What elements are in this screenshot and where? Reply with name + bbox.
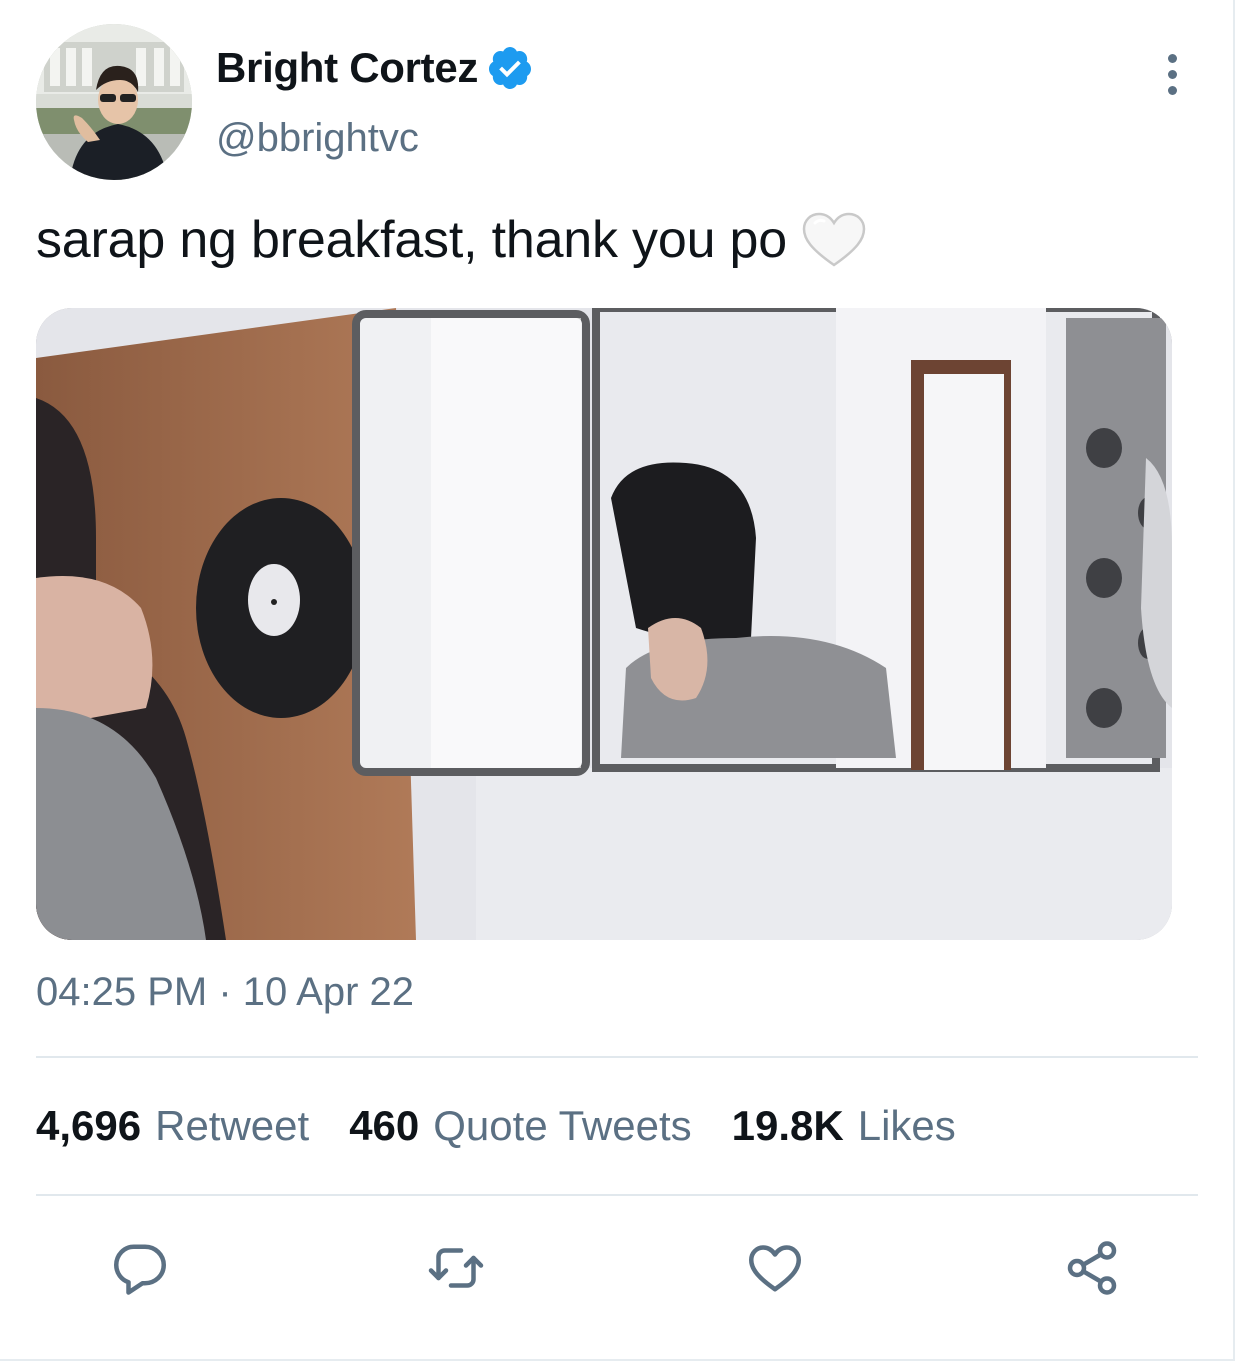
author-avatar[interactable] bbox=[36, 24, 192, 180]
divider bbox=[36, 1194, 1198, 1196]
author-display-name[interactable]: Bright Cortez bbox=[216, 44, 478, 92]
quote-count-label: Quote Tweets bbox=[433, 1102, 692, 1149]
likes-count-label: Likes bbox=[857, 1102, 956, 1149]
tweet-stats: 4,696 Retweet 460 Quote Tweets 19.8K Lik… bbox=[36, 1102, 996, 1150]
tweet-body: sarap ng breakfast, thank you po bbox=[36, 211, 787, 269]
likes-count-value: 19.8K bbox=[731, 1102, 844, 1149]
like-icon bbox=[749, 1245, 801, 1292]
tweet-card: Bright Cortez @bbrightvc sarap ng breakf… bbox=[0, 0, 1235, 1361]
divider bbox=[36, 1056, 1198, 1058]
retweet-count-label: Retweet bbox=[155, 1102, 310, 1149]
quote-tweets-count[interactable]: 460 Quote Tweets bbox=[349, 1102, 691, 1150]
reply-icon bbox=[114, 1244, 166, 1295]
likes-count[interactable]: 19.8K Likes bbox=[732, 1102, 956, 1150]
more-dot-icon bbox=[1167, 85, 1177, 95]
verified-badge-icon bbox=[489, 47, 532, 89]
more-dot-icon bbox=[1167, 53, 1177, 63]
retweet-count-value: 4,696 bbox=[36, 1102, 142, 1149]
white-heart-emoji-icon bbox=[802, 212, 866, 267]
tweet-timestamp[interactable]: 04:25 PM · 10 Apr 22 bbox=[36, 970, 414, 1015]
more-dot-icon bbox=[1167, 69, 1177, 79]
tweet-media-photo[interactable] bbox=[36, 308, 1172, 940]
share-icon bbox=[1067, 1241, 1117, 1295]
like-button[interactable] bbox=[745, 1238, 805, 1298]
retweet-icon bbox=[428, 1248, 484, 1288]
retweet-count[interactable]: 4,696 Retweet bbox=[36, 1102, 309, 1150]
author-name-row[interactable]: Bright Cortez bbox=[216, 40, 534, 96]
media-image bbox=[36, 308, 1172, 940]
avatar-photo bbox=[36, 24, 192, 180]
retweet-button[interactable] bbox=[426, 1238, 486, 1298]
more-options-button[interactable] bbox=[1150, 52, 1194, 96]
tweet-text: sarap ng breakfast, thank you po bbox=[36, 208, 867, 272]
reply-button[interactable] bbox=[110, 1238, 170, 1298]
author-handle[interactable]: @bbrightvc bbox=[216, 116, 419, 161]
share-button[interactable] bbox=[1062, 1238, 1122, 1298]
quote-count-value: 460 bbox=[349, 1102, 420, 1149]
